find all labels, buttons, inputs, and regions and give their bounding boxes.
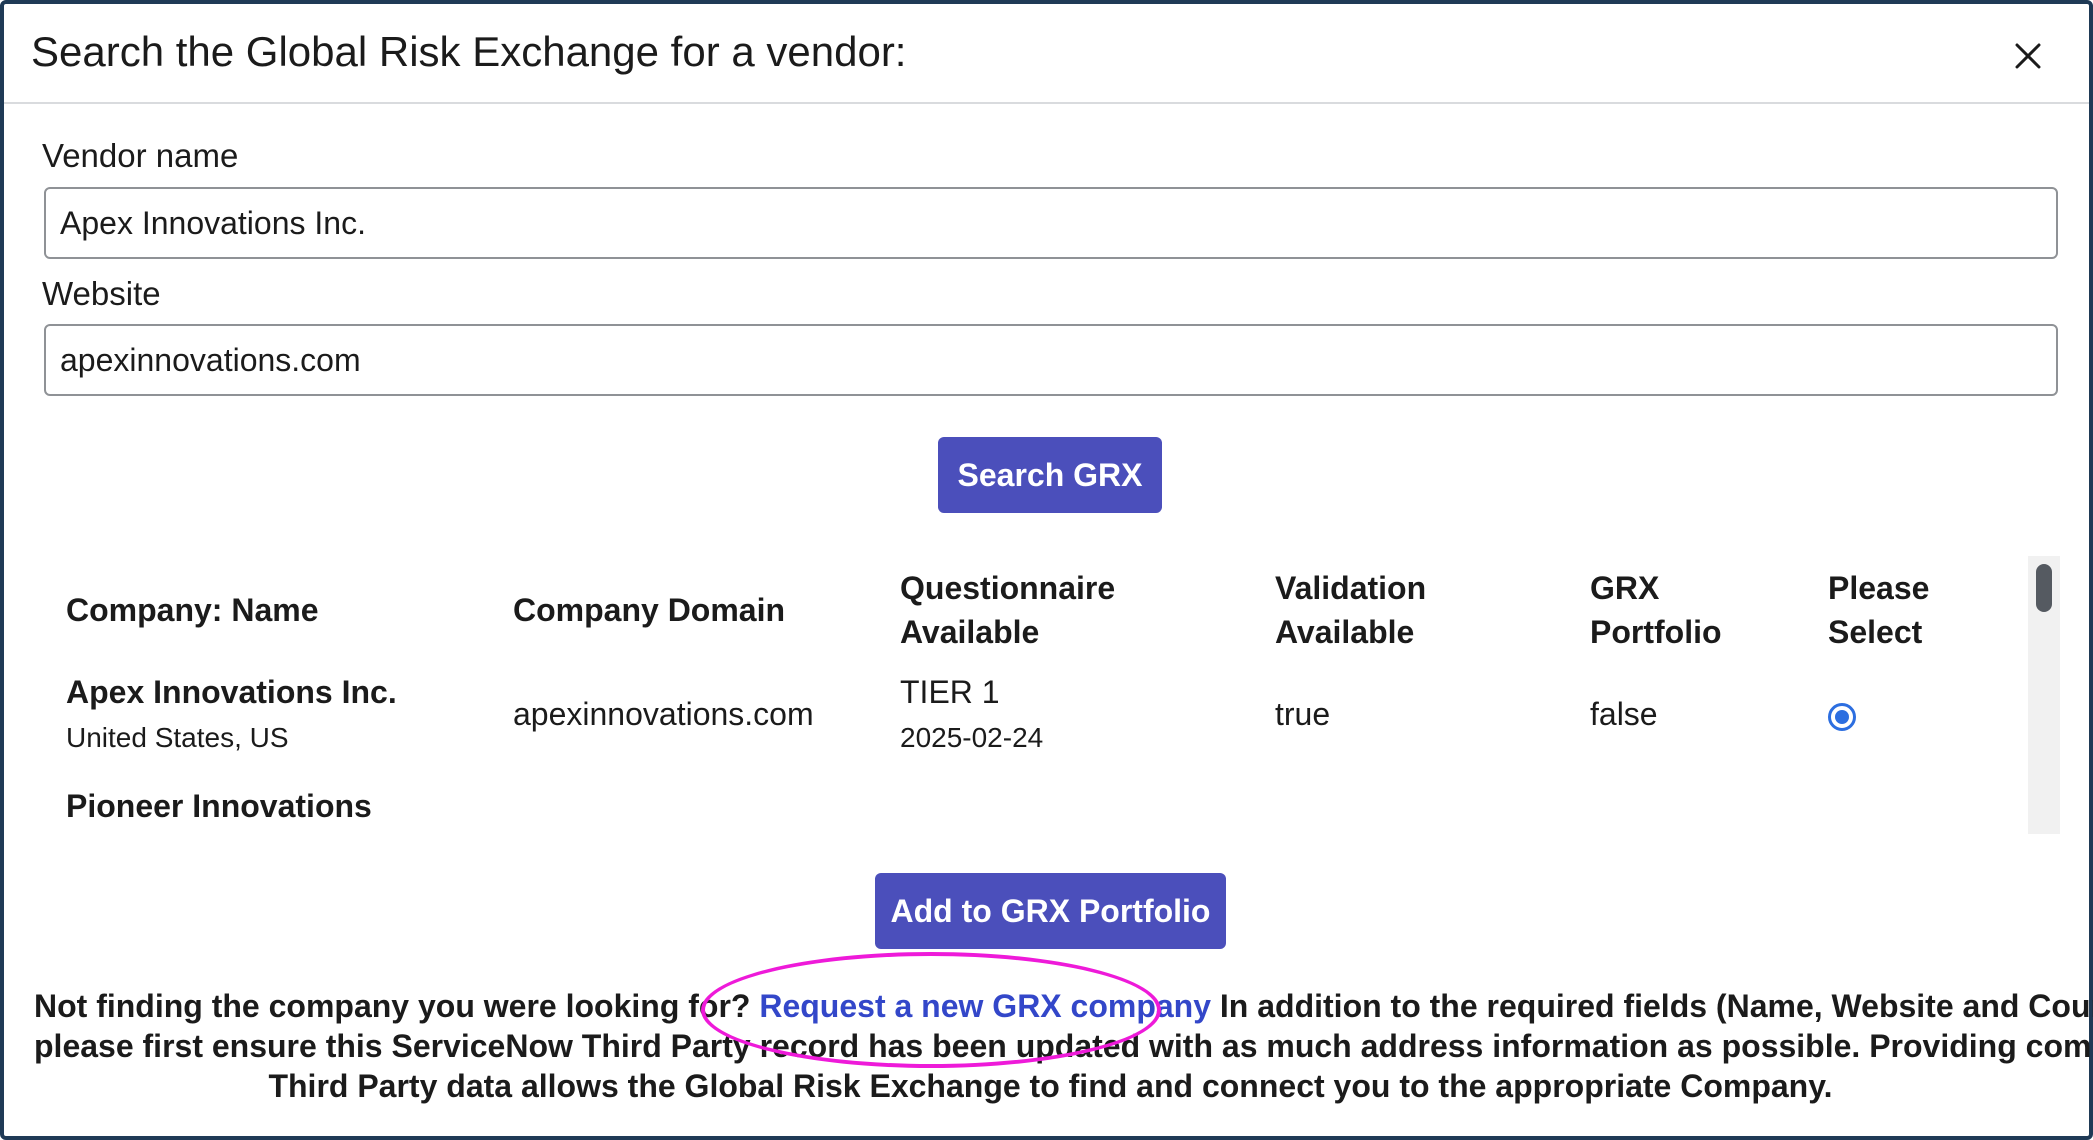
footer-line-3: Third Party data allows the Global Risk … — [268, 1068, 1833, 1104]
column-header-select-line2: Select — [1828, 614, 1923, 650]
column-header-questionnaire: Questionnaire Available — [900, 566, 1115, 654]
column-header-grx-portfolio: GRX Portfolio — [1590, 566, 1722, 654]
modal-header: Search the Global Risk Exchange for a ve… — [4, 4, 2089, 104]
column-header-validation-line1: Validation — [1275, 570, 1427, 606]
column-header-please-select: Please Select — [1828, 566, 1929, 654]
website-input[interactable] — [44, 324, 2058, 396]
grx-portfolio-value: false — [1590, 696, 1658, 732]
footer-line-2: please first ensure this ServiceNow Thir… — [34, 1028, 2093, 1064]
add-to-grx-portfolio-button[interactable]: Add to GRX Portfolio — [875, 873, 1226, 949]
company-name: Pioneer Innovations — [66, 788, 372, 824]
vendor-name-label: Vendor name — [42, 137, 239, 174]
footer-message: Not finding the company you were looking… — [34, 986, 2093, 1106]
column-header-portfolio-line2: Portfolio — [1590, 614, 1722, 650]
column-header-portfolio-line1: GRX — [1590, 570, 1660, 606]
column-header-company-domain: Company Domain — [513, 592, 786, 628]
close-icon — [2015, 43, 2041, 69]
footer-text-after: In addition to the required fields (Name… — [1211, 988, 2093, 1024]
select-company-radio[interactable] — [1828, 703, 1856, 731]
website-label: Website — [42, 275, 161, 312]
results-scrollbar-thumb[interactable] — [2036, 564, 2052, 612]
results-table: Company: Name Company Domain Questionnai… — [44, 556, 2056, 836]
column-header-select-line1: Please — [1828, 570, 1930, 606]
search-grx-button[interactable]: Search GRX — [938, 437, 1162, 513]
company-domain: apexinnovations.com — [513, 696, 814, 732]
company-location: United States, US — [66, 722, 289, 753]
column-header-questionnaire-line1: Questionnaire — [900, 570, 1116, 606]
column-header-validation: Validation Available — [1275, 566, 1426, 654]
vendor-name-input[interactable] — [44, 187, 2058, 259]
grx-search-modal: Search the Global Risk Exchange for a ve… — [0, 0, 2093, 1140]
footer-text-before: Not finding the company you were looking… — [34, 988, 760, 1024]
validation-available-value: true — [1275, 696, 1331, 732]
questionnaire-date: 2025-02-24 — [900, 722, 1044, 753]
column-header-validation-line2: Available — [1275, 614, 1415, 650]
company-name: Apex Innovations Inc. — [66, 674, 397, 710]
questionnaire-tier: TIER 1 — [900, 674, 1000, 710]
footer-line-1: Not finding the company you were looking… — [34, 986, 2093, 1026]
request-new-grx-company-link[interactable]: Request a new GRX company — [759, 988, 1211, 1024]
column-header-questionnaire-line2: Available — [900, 614, 1040, 650]
close-button[interactable] — [2006, 34, 2050, 78]
column-header-company-name: Company: Name — [66, 592, 319, 628]
modal-title: Search the Global Risk Exchange for a ve… — [31, 28, 907, 75]
